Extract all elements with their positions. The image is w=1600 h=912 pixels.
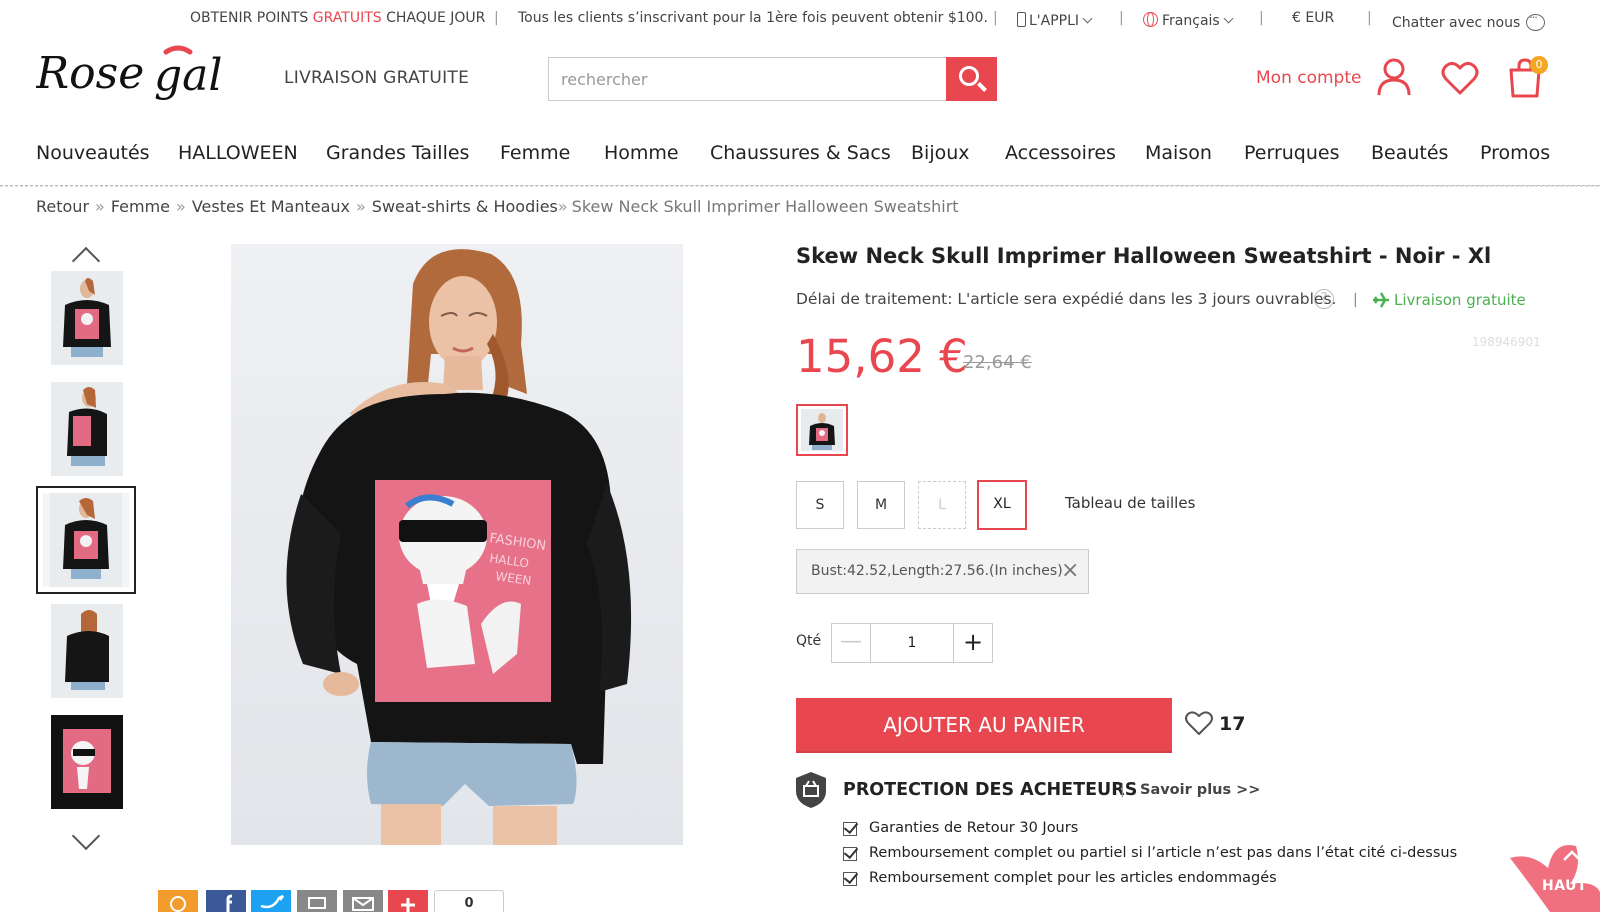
twitter-icon[interactable] [251,890,291,912]
cart-count-badge: 0 [1530,56,1548,74]
product-sku: 198946901 [1472,335,1541,349]
svg-text:gal: gal [154,50,222,101]
nav-item-grandes-tailles[interactable]: Grandes Tailles [326,142,469,164]
checkbox-checked-icon [843,847,857,861]
size-option-s[interactable]: S [796,481,844,529]
breadcrumb-item-femme[interactable]: Femme [111,197,170,216]
points-promo[interactable]: OBTENIR POINTS GRATUITS CHAQUE JOUR [190,10,485,26]
breadcrumb-item-sweatshirts[interactable]: Sweat-shirts & Hoodies [372,197,558,216]
chevron-down-icon [1223,13,1234,24]
nav-item-accessoires[interactable]: Accessoires [1005,142,1116,164]
product-main-image[interactable]: FASHION HALLO WEEN [231,244,683,845]
airplane-icon [1373,292,1389,308]
nav-item-beautes[interactable]: Beautés [1371,142,1448,164]
nav-item-femme[interactable]: Femme [500,142,570,164]
processing-time: Délai de traitement: L'article sera expé… [796,290,1337,308]
new-customer-promo[interactable]: Tous les clients s’inscrivant pour la 1è… [518,10,988,26]
user-icon[interactable] [1377,58,1411,96]
header-free-shipping: LIVRAISON GRATUITE [284,68,470,88]
size-option-xl[interactable]: XL [977,480,1027,530]
add-to-cart-button[interactable]: AJOUTER AU PANIER [796,698,1172,753]
learn-more-link[interactable]: Savoir plus >> [1140,782,1260,798]
nav-item-halloween[interactable]: HALLOWEEN [178,142,298,164]
gallery-thumbnail[interactable] [51,604,123,698]
nav-item-maison[interactable]: Maison [1145,142,1212,164]
nav-item-chaussures-sacs[interactable]: Chaussures & Sacs [710,142,891,164]
gallery-thumbnail[interactable] [51,715,123,809]
wishlist-count: 17 [1219,713,1246,735]
wishlist-heart-icon[interactable] [1441,60,1479,96]
checkbox-checked-icon [843,872,857,886]
quantity-label: Qté [796,633,822,649]
breadcrumb-current: Skew Neck Skull Imprimer Halloween Sweat… [571,197,959,216]
currency-selector[interactable]: € EUR [1292,10,1334,26]
globe-icon [1143,12,1158,27]
size-option-m[interactable]: M [857,481,905,529]
breadcrumb-item-vestes[interactable]: Vestes Et Manteaux [192,197,350,216]
quantity-input[interactable]: 1 [870,623,954,663]
nav-item-homme[interactable]: Homme [604,142,679,164]
phone-icon [1017,12,1026,27]
search-icon [959,66,979,86]
nav-item-promos[interactable]: Promos [1480,142,1550,164]
language-dropdown[interactable]: Français [1143,10,1234,29]
size-measurements: Bust:42.52,Length:27.56.(In inches) [811,563,1063,579]
quantity-decrease-button[interactable]: — [831,623,871,663]
search-input[interactable] [549,58,946,100]
print-icon[interactable] [297,890,337,912]
nav-item-nouveautes[interactable]: Nouveautés [36,142,150,164]
gallery-thumbnail[interactable] [51,382,123,476]
main-nav: Nouveautés HALLOWEEN Grandes Tailles Fem… [0,138,1600,186]
nav-divider [0,185,1600,187]
size-chart-link[interactable]: Tableau de tailles [1065,494,1195,512]
nav-item-perruques[interactable]: Perruques [1244,142,1340,164]
search-button[interactable] [946,57,997,101]
guarantee-item: Remboursement complet ou partiel si l’ar… [843,845,1457,861]
facebook-icon[interactable] [206,890,246,912]
close-icon[interactable]: × [1061,558,1079,583]
search-box [548,57,946,101]
rosegal-logo[interactable]: Rose gal [35,38,256,114]
guarantee-item: Garanties de Retour 30 Jours [843,820,1078,836]
breadcrumb: Retour» Femme» Vestes Et Manteaux» Sweat-sh… [36,197,959,216]
app-dropdown[interactable]: L'APPLI [1017,10,1093,29]
size-option-l[interactable]: L [918,481,966,529]
checkbox-checked-icon [843,822,857,836]
product-title: Skew Neck Skull Imprimer Halloween Sweat… [796,244,1492,268]
chat-bubble-icon [1526,11,1546,31]
free-shipping-label: Livraison gratuite [1394,291,1526,309]
buyer-protection-shield-icon [796,772,826,808]
email-icon[interactable] [343,890,383,912]
wishlist-heart-icon[interactable] [1184,709,1214,737]
chat-link[interactable]: Chatter avec nous [1392,10,1546,31]
share-points-icon[interactable] [158,890,198,912]
account-link[interactable]: Mon compte [1256,68,1361,88]
help-icon[interactable]: ? [1314,289,1334,309]
gallery-down-arrow-icon[interactable] [71,821,101,851]
gallery-thumbnail-active[interactable] [36,486,136,594]
breadcrumb-item-retour[interactable]: Retour [36,197,89,216]
top-bar: OBTENIR POINTS GRATUITS CHAQUE JOUR | To… [0,0,1600,36]
guarantee-item: Remboursement complet pour les articles … [843,870,1277,886]
current-price: 15,62 € [796,330,968,383]
share-more-icon[interactable] [388,890,428,912]
original-price: 22,64 € [963,352,1032,373]
color-swatch-selected[interactable] [796,404,848,456]
nav-item-bijoux[interactable]: Bijoux [911,142,970,164]
quantity-increase-button[interactable]: + [953,623,993,663]
gallery-thumbnail[interactable] [51,271,123,365]
size-info-box: Bust:42.52,Length:27.56.(In inches) × [796,549,1089,594]
back-to-top-label[interactable]: HAUT [1542,878,1587,894]
share-count: 0 [434,890,504,912]
svg-text:Rose: Rose [36,48,144,99]
buyer-protection-title: PROTECTION DES ACHETEURS [843,780,1138,800]
chevron-down-icon [1082,13,1093,24]
